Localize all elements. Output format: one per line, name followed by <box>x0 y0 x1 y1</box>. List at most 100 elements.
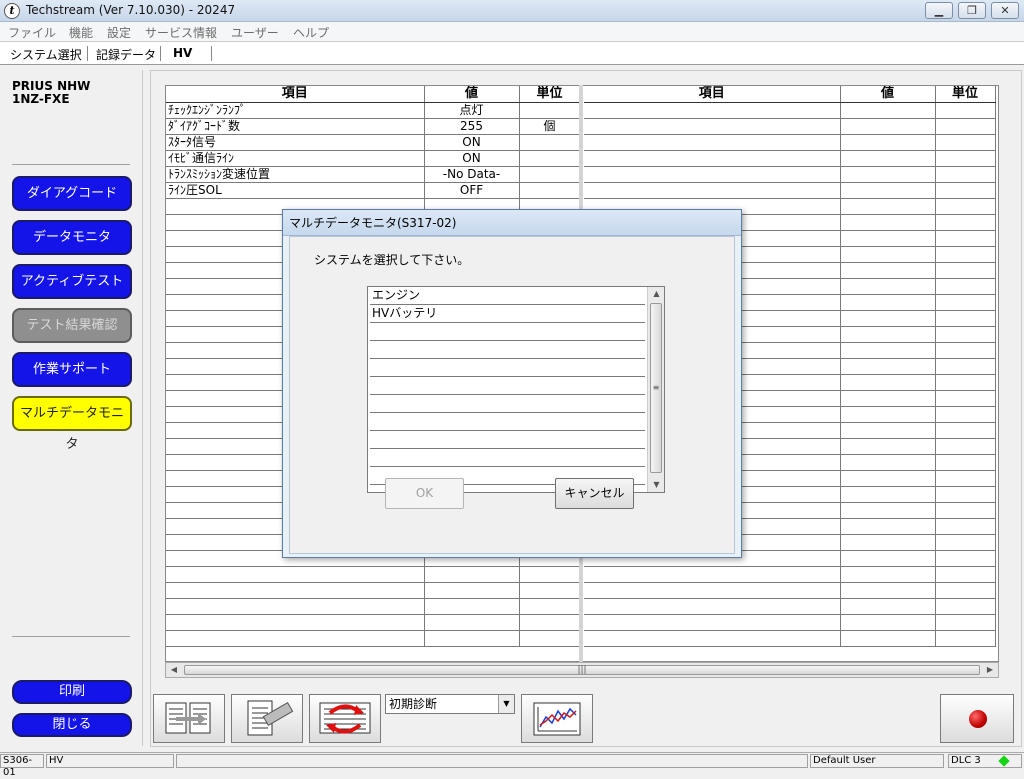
ok-button[interactable]: OK <box>385 478 464 509</box>
chevron-down-icon[interactable]: ▼ <box>498 695 514 713</box>
table-row[interactable] <box>584 102 996 119</box>
unit-cell <box>935 486 996 503</box>
column-header-item[interactable]: 項目 <box>584 86 841 103</box>
table-layout-button[interactable] <box>153 694 225 743</box>
system-listbox[interactable]: エンジン HVバッテリ ▲ ≡ ▼ <box>367 286 665 493</box>
table-row[interactable]: ﾀﾞｲｱｸﾞｺｰﾄﾞ数 255 個 <box>166 118 581 135</box>
list-item[interactable] <box>370 341 645 359</box>
tab-system-select[interactable]: システム選択 <box>10 46 82 63</box>
status-connection: DLC 3 <box>948 754 1022 768</box>
unit-cell <box>935 582 996 599</box>
unit-cell <box>935 326 996 343</box>
unit-cell <box>935 598 996 615</box>
graph-button[interactable] <box>521 694 593 743</box>
menu-file[interactable]: ファイル <box>8 24 56 41</box>
active-test-button[interactable]: アクティブテスト <box>12 264 132 299</box>
item-cell <box>584 166 841 183</box>
table-row[interactable] <box>166 582 581 599</box>
table-row[interactable] <box>166 630 581 647</box>
horizontal-scrollbar[interactable]: ◀ ||| ▶ <box>165 662 999 678</box>
vertical-scrollbar[interactable]: ▲ ≡ ▼ <box>647 287 664 492</box>
column-header-value[interactable]: 値 <box>424 86 520 103</box>
column-header-value[interactable]: 値 <box>840 86 936 103</box>
test-result-button[interactable]: テスト結果確認 <box>12 308 132 343</box>
table-row[interactable]: ﾗｲﾝ圧SOL OFF <box>166 182 581 199</box>
tab-hv[interactable]: HV <box>173 46 192 60</box>
minimize-icon: ▁ <box>934 4 944 17</box>
list-item[interactable] <box>370 413 645 431</box>
print-button[interactable]: 印刷 <box>12 680 132 704</box>
unit-cell <box>935 182 996 199</box>
column-header-item[interactable]: 項目 <box>166 86 425 103</box>
scroll-left-icon[interactable]: ◀ <box>166 663 182 677</box>
table-row[interactable] <box>166 614 581 631</box>
table-row[interactable] <box>584 582 996 599</box>
unit-cell <box>935 406 996 423</box>
list-item[interactable]: HVバッテリ <box>370 305 645 323</box>
value-cell <box>840 422 936 439</box>
table-row[interactable] <box>584 630 996 647</box>
column-header-unit[interactable]: 単位 <box>935 86 996 103</box>
scrollbar-thumb[interactable]: ≡ <box>650 303 662 473</box>
table-row[interactable] <box>584 166 996 183</box>
multi-data-monitor-button[interactable]: マルチデータモニタ <box>12 396 132 452</box>
switch-arrows-icon <box>319 702 371 734</box>
list-item[interactable] <box>370 323 645 341</box>
unit-cell <box>935 374 996 391</box>
table-row[interactable] <box>584 150 996 167</box>
table-row[interactable]: ｲﾓﾋﾞ通信ﾗｲﾝ ON <box>166 150 581 167</box>
table-row[interactable] <box>584 182 996 199</box>
table-row[interactable]: ﾁｪｯｸｴﾝｼﾞﾝﾗﾝﾌﾟ 点灯 <box>166 102 581 119</box>
table-row[interactable]: ﾄﾗﾝｽﾐｯｼｮﾝ変速位置 -No Data- <box>166 166 581 183</box>
mode-dropdown[interactable]: 初期診断 ▼ <box>385 694 515 714</box>
table-row[interactable] <box>584 598 996 615</box>
list-item[interactable] <box>370 377 645 395</box>
menu-help[interactable]: ヘルプ <box>293 24 329 41</box>
item-cell: ﾗｲﾝ圧SOL <box>166 182 425 199</box>
data-monitor-button[interactable]: データモニタ <box>12 220 132 255</box>
unit-cell <box>935 630 996 647</box>
scroll-right-icon[interactable]: ▶ <box>982 663 998 677</box>
tab-recorded-data[interactable]: 記録データ <box>96 46 156 63</box>
menu-function[interactable]: 機能 <box>69 24 93 41</box>
menu-settings[interactable]: 設定 <box>107 24 131 41</box>
list-item[interactable] <box>370 431 645 449</box>
value-cell <box>840 454 936 471</box>
status-empty <box>176 754 808 768</box>
table-row[interactable] <box>166 566 581 583</box>
unit-cell <box>519 582 581 599</box>
list-item[interactable] <box>370 359 645 377</box>
table-row[interactable] <box>166 598 581 615</box>
item-cell <box>166 582 425 599</box>
cancel-button[interactable]: キャンセル <box>555 478 634 509</box>
menu-user[interactable]: ユーザー <box>231 24 279 41</box>
menu-service-info[interactable]: サービス情報 <box>145 24 217 41</box>
minimize-button[interactable]: ▁ <box>925 2 953 19</box>
record-button[interactable] <box>940 694 1014 743</box>
maximize-button[interactable]: ❐ <box>958 2 986 19</box>
record-clipboard-button[interactable] <box>231 694 303 743</box>
list-item[interactable]: エンジン <box>370 287 645 305</box>
value-cell <box>840 390 936 407</box>
scroll-down-icon[interactable]: ▼ <box>648 478 665 492</box>
unit-cell <box>935 294 996 311</box>
close-button[interactable]: ✕ <box>991 2 1019 19</box>
unit-cell <box>519 102 581 119</box>
work-support-button[interactable]: 作業サポート <box>12 352 132 387</box>
table-row[interactable] <box>584 134 996 151</box>
value-cell <box>840 230 936 247</box>
list-item[interactable] <box>370 449 645 467</box>
close-panel-button[interactable]: 閉じる <box>12 713 132 737</box>
restore-icon: ❐ <box>967 4 977 17</box>
switch-view-button[interactable] <box>309 694 381 743</box>
scroll-up-icon[interactable]: ▲ <box>648 287 665 301</box>
table-row[interactable] <box>584 566 996 583</box>
table-row[interactable] <box>584 614 996 631</box>
table-row[interactable]: ｽﾀｰﾀ信号 ON <box>166 134 581 151</box>
table-row[interactable] <box>584 118 996 135</box>
column-header-unit[interactable]: 単位 <box>519 86 581 103</box>
dtc-button[interactable]: ダイアグコード <box>12 176 132 211</box>
list-item[interactable] <box>370 395 645 413</box>
techstream-app-icon[interactable]: t <box>4 3 20 19</box>
scrollbar-thumb[interactable]: ||| <box>184 665 980 675</box>
